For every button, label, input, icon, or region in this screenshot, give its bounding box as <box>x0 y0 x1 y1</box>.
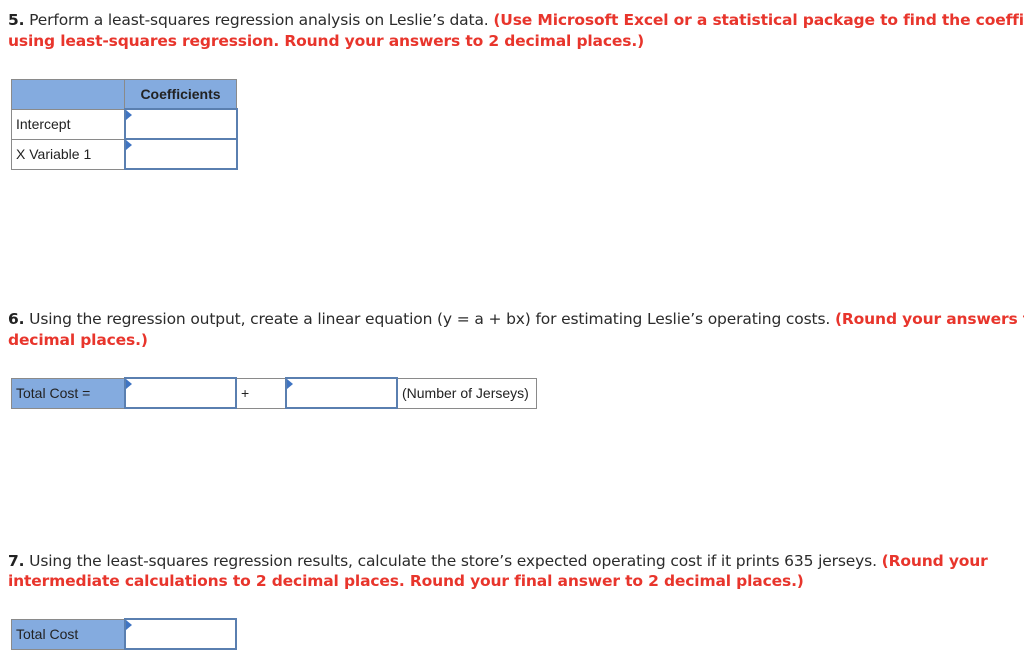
intercept-input-cell[interactable] <box>123 108 238 140</box>
question-text: Perform a least-squares regression analy… <box>24 11 494 29</box>
question-6-prompt: 6. Using the regression output, create a… <box>8 309 1024 329</box>
question-number: 5. <box>8 11 25 29</box>
row-label-x-variable-1: X Variable 1 <box>11 138 125 170</box>
table-row: X Variable 1 <box>11 138 238 170</box>
input-flag-icon <box>126 379 132 389</box>
input-flag-icon <box>287 379 293 389</box>
question-instruction: using least-squares regression. Round yo… <box>8 32 645 50</box>
total-cost-equals-label: Total Cost = <box>11 377 126 409</box>
question-text: Using the least-squares regression resul… <box>24 552 882 570</box>
plus-sign: + <box>235 377 287 409</box>
question-instruction: (Round your answers to 2 <box>834 310 1024 328</box>
question-7-prompt: 7. Using the least-squares regression re… <box>8 551 988 571</box>
question-5-prompt: 5. Perform a least-squares regression an… <box>8 10 1024 30</box>
question-5-instruction-cont: using least-squares regression. Round yo… <box>8 31 644 51</box>
linear-equation-table: Total Cost = + (Number of Jerseys) <box>11 377 537 409</box>
total-cost-table: Total Cost <box>11 618 237 650</box>
input-flag-icon <box>126 620 132 630</box>
x-variable-1-input[interactable] <box>125 140 236 168</box>
row-label-intercept: Intercept <box>11 108 125 140</box>
total-cost-label: Total Cost <box>11 618 126 650</box>
x-variable-1-input-cell[interactable] <box>123 138 238 170</box>
intercept-a-input-cell[interactable] <box>124 377 237 409</box>
input-flag-icon <box>125 140 132 150</box>
question-instruction: (Round your <box>881 552 988 570</box>
number-of-jerseys-label: (Number of Jerseys) <box>396 377 537 409</box>
table-header-blank <box>11 79 125 110</box>
total-cost-input-cell[interactable] <box>124 618 237 650</box>
question-instruction: intermediate calculations to 2 decimal p… <box>8 572 804 590</box>
question-number: 6. <box>8 310 25 328</box>
question-text: Using the regression output, create a li… <box>24 310 835 328</box>
table-row: Intercept <box>11 108 238 140</box>
input-flag-icon <box>125 110 132 120</box>
coefficients-header: Coefficients <box>124 79 237 110</box>
intercept-a-input[interactable] <box>126 379 235 407</box>
slope-b-input-cell[interactable] <box>285 377 398 409</box>
slope-b-input[interactable] <box>287 379 396 407</box>
question-instruction: (Use Microsoft Excel or a statistical pa… <box>493 11 1024 29</box>
question-7-instruction-cont: intermediate calculations to 2 decimal p… <box>8 571 804 591</box>
question-6-instruction-cont: decimal places.) <box>8 330 148 350</box>
intercept-input[interactable] <box>125 110 236 138</box>
question-number: 7. <box>8 552 25 570</box>
total-cost-input[interactable] <box>126 620 235 648</box>
coefficients-table: Coefficients Intercept X Variable 1 <box>11 79 238 170</box>
question-instruction: decimal places.) <box>8 331 148 349</box>
